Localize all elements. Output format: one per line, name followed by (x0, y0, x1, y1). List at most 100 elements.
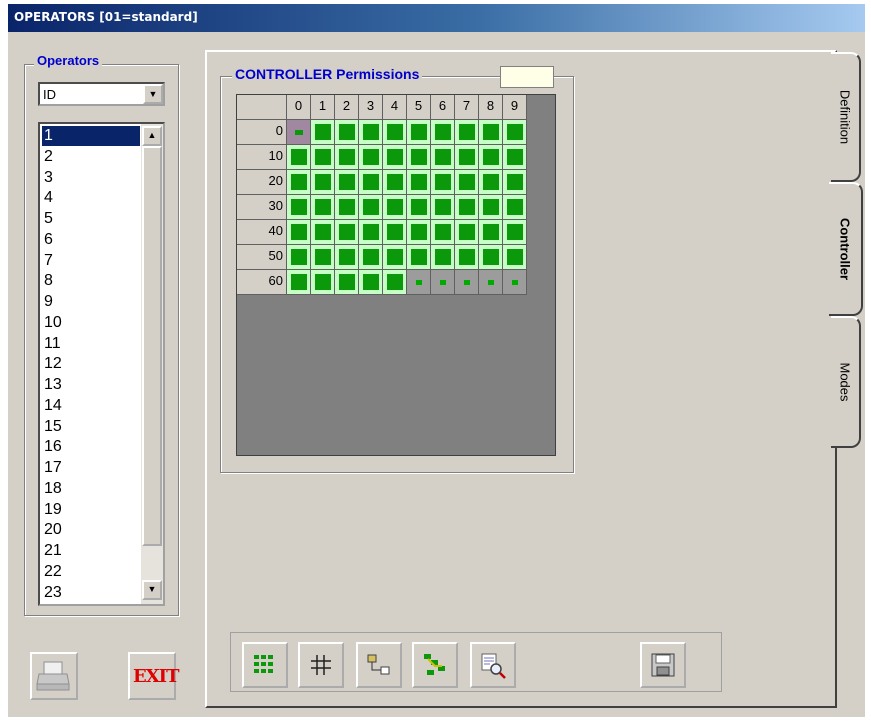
list-item[interactable]: 1 (42, 126, 140, 146)
column-header[interactable]: 8 (479, 95, 503, 120)
permission-cell[interactable] (431, 145, 455, 170)
permission-cell[interactable] (335, 195, 359, 220)
permission-cell[interactable] (359, 220, 383, 245)
save-button[interactable] (640, 642, 686, 688)
list-item[interactable]: 10 (42, 313, 140, 333)
permission-cell[interactable] (455, 270, 479, 295)
permission-cell[interactable] (335, 170, 359, 195)
list-item[interactable]: 23 (42, 583, 140, 603)
operator-list[interactable]: 1 2 3 4 5 6 7 8 9 10 11 12 13 14 15 16 17 18 19 20 21 22 23 ▲ … (38, 122, 165, 606)
permissions-field[interactable] (500, 66, 554, 88)
permission-cell[interactable] (359, 270, 383, 295)
column-header[interactable]: 7 (455, 95, 479, 120)
list-item[interactable]: 8 (42, 271, 140, 291)
permission-cell[interactable] (335, 220, 359, 245)
permission-cell[interactable] (383, 245, 407, 270)
row-header[interactable]: 0 (237, 120, 287, 145)
permission-cell[interactable] (479, 170, 503, 195)
list-item[interactable]: 16 (42, 437, 140, 457)
permission-cell[interactable] (431, 220, 455, 245)
permission-cell[interactable] (455, 145, 479, 170)
permission-cell[interactable] (407, 120, 431, 145)
row-header[interactable]: 20 (237, 170, 287, 195)
permission-cell[interactable] (503, 270, 527, 295)
permission-cell[interactable] (479, 120, 503, 145)
permission-cell[interactable] (335, 145, 359, 170)
tab-definition[interactable]: Definition (831, 52, 861, 182)
permission-cell[interactable] (479, 145, 503, 170)
row-header[interactable]: 50 (237, 245, 287, 270)
list-item[interactable]: 4 (42, 188, 140, 208)
list-item[interactable]: 7 (42, 251, 140, 271)
permission-cell[interactable] (311, 170, 335, 195)
copy-button[interactable] (356, 642, 402, 688)
list-item[interactable]: 19 (42, 500, 140, 520)
permission-cell[interactable] (479, 245, 503, 270)
list-item[interactable]: 14 (42, 396, 140, 416)
row-header[interactable]: 30 (237, 195, 287, 220)
permission-cell[interactable] (455, 120, 479, 145)
column-header[interactable]: 9 (503, 95, 527, 120)
permission-cell[interactable] (503, 120, 527, 145)
permission-cell[interactable] (383, 120, 407, 145)
permission-cell[interactable] (335, 270, 359, 295)
list-item[interactable]: 5 (42, 209, 140, 229)
permission-cell[interactable] (335, 120, 359, 145)
scroll-down-icon[interactable]: ▼ (142, 580, 162, 600)
permission-cell[interactable] (431, 270, 455, 295)
permission-cell[interactable] (455, 195, 479, 220)
permission-cell[interactable] (503, 170, 527, 195)
permission-cell[interactable] (311, 145, 335, 170)
column-header[interactable]: 4 (383, 95, 407, 120)
column-header[interactable]: 5 (407, 95, 431, 120)
list-item[interactable]: 17 (42, 458, 140, 478)
list-scrollbar[interactable]: ▲ ▼ (141, 124, 163, 604)
permission-cell[interactable] (431, 245, 455, 270)
column-header[interactable]: 6 (431, 95, 455, 120)
permission-cell[interactable] (431, 195, 455, 220)
column-header[interactable]: 2 (335, 95, 359, 120)
permission-cell[interactable] (311, 120, 335, 145)
permission-cell[interactable] (359, 195, 383, 220)
column-header[interactable]: 1 (311, 95, 335, 120)
tab-modes[interactable]: Modes (831, 316, 861, 448)
permission-cell[interactable] (383, 220, 407, 245)
list-item[interactable]: 3 (42, 168, 140, 188)
tab-controller[interactable]: Controller (829, 182, 863, 316)
permission-cell[interactable] (455, 245, 479, 270)
list-item[interactable]: 20 (42, 520, 140, 540)
permission-cell[interactable] (287, 170, 311, 195)
permission-cell[interactable] (479, 220, 503, 245)
permission-cell[interactable] (383, 145, 407, 170)
permissions-grid[interactable]: 0 1 2 3 4 5 6 7 8 9 0 10 20 30 40 50 60 (236, 94, 556, 456)
list-item[interactable]: 13 (42, 375, 140, 395)
permission-cell[interactable] (383, 270, 407, 295)
sort-combo[interactable]: ID ▼ (38, 82, 165, 106)
scroll-thumb[interactable] (142, 146, 162, 546)
permission-cell[interactable] (383, 195, 407, 220)
permission-cell[interactable] (479, 195, 503, 220)
permission-cell[interactable] (359, 245, 383, 270)
list-item[interactable]: 21 (42, 541, 140, 561)
permission-cell[interactable] (335, 245, 359, 270)
list-item[interactable]: 18 (42, 479, 140, 499)
scroll-up-icon[interactable]: ▲ (142, 126, 162, 146)
column-header[interactable]: 3 (359, 95, 383, 120)
permission-cell[interactable] (479, 270, 503, 295)
permission-cell[interactable] (407, 270, 431, 295)
permission-cell[interactable] (287, 195, 311, 220)
list-item[interactable]: 15 (42, 417, 140, 437)
permission-cell[interactable] (287, 270, 311, 295)
clear-grid-button[interactable] (298, 642, 344, 688)
permission-cell[interactable] (431, 120, 455, 145)
permission-cell[interactable] (407, 245, 431, 270)
column-header[interactable]: 0 (287, 95, 311, 120)
permission-cell[interactable] (287, 120, 311, 145)
row-header[interactable]: 60 (237, 270, 287, 295)
title-bar[interactable]: OPERATORS [01=standard] (8, 4, 865, 32)
permission-cell[interactable] (503, 245, 527, 270)
list-item[interactable]: 11 (42, 334, 140, 354)
permission-cell[interactable] (287, 145, 311, 170)
select-all-button[interactable] (242, 642, 288, 688)
list-item[interactable]: 22 (42, 562, 140, 582)
